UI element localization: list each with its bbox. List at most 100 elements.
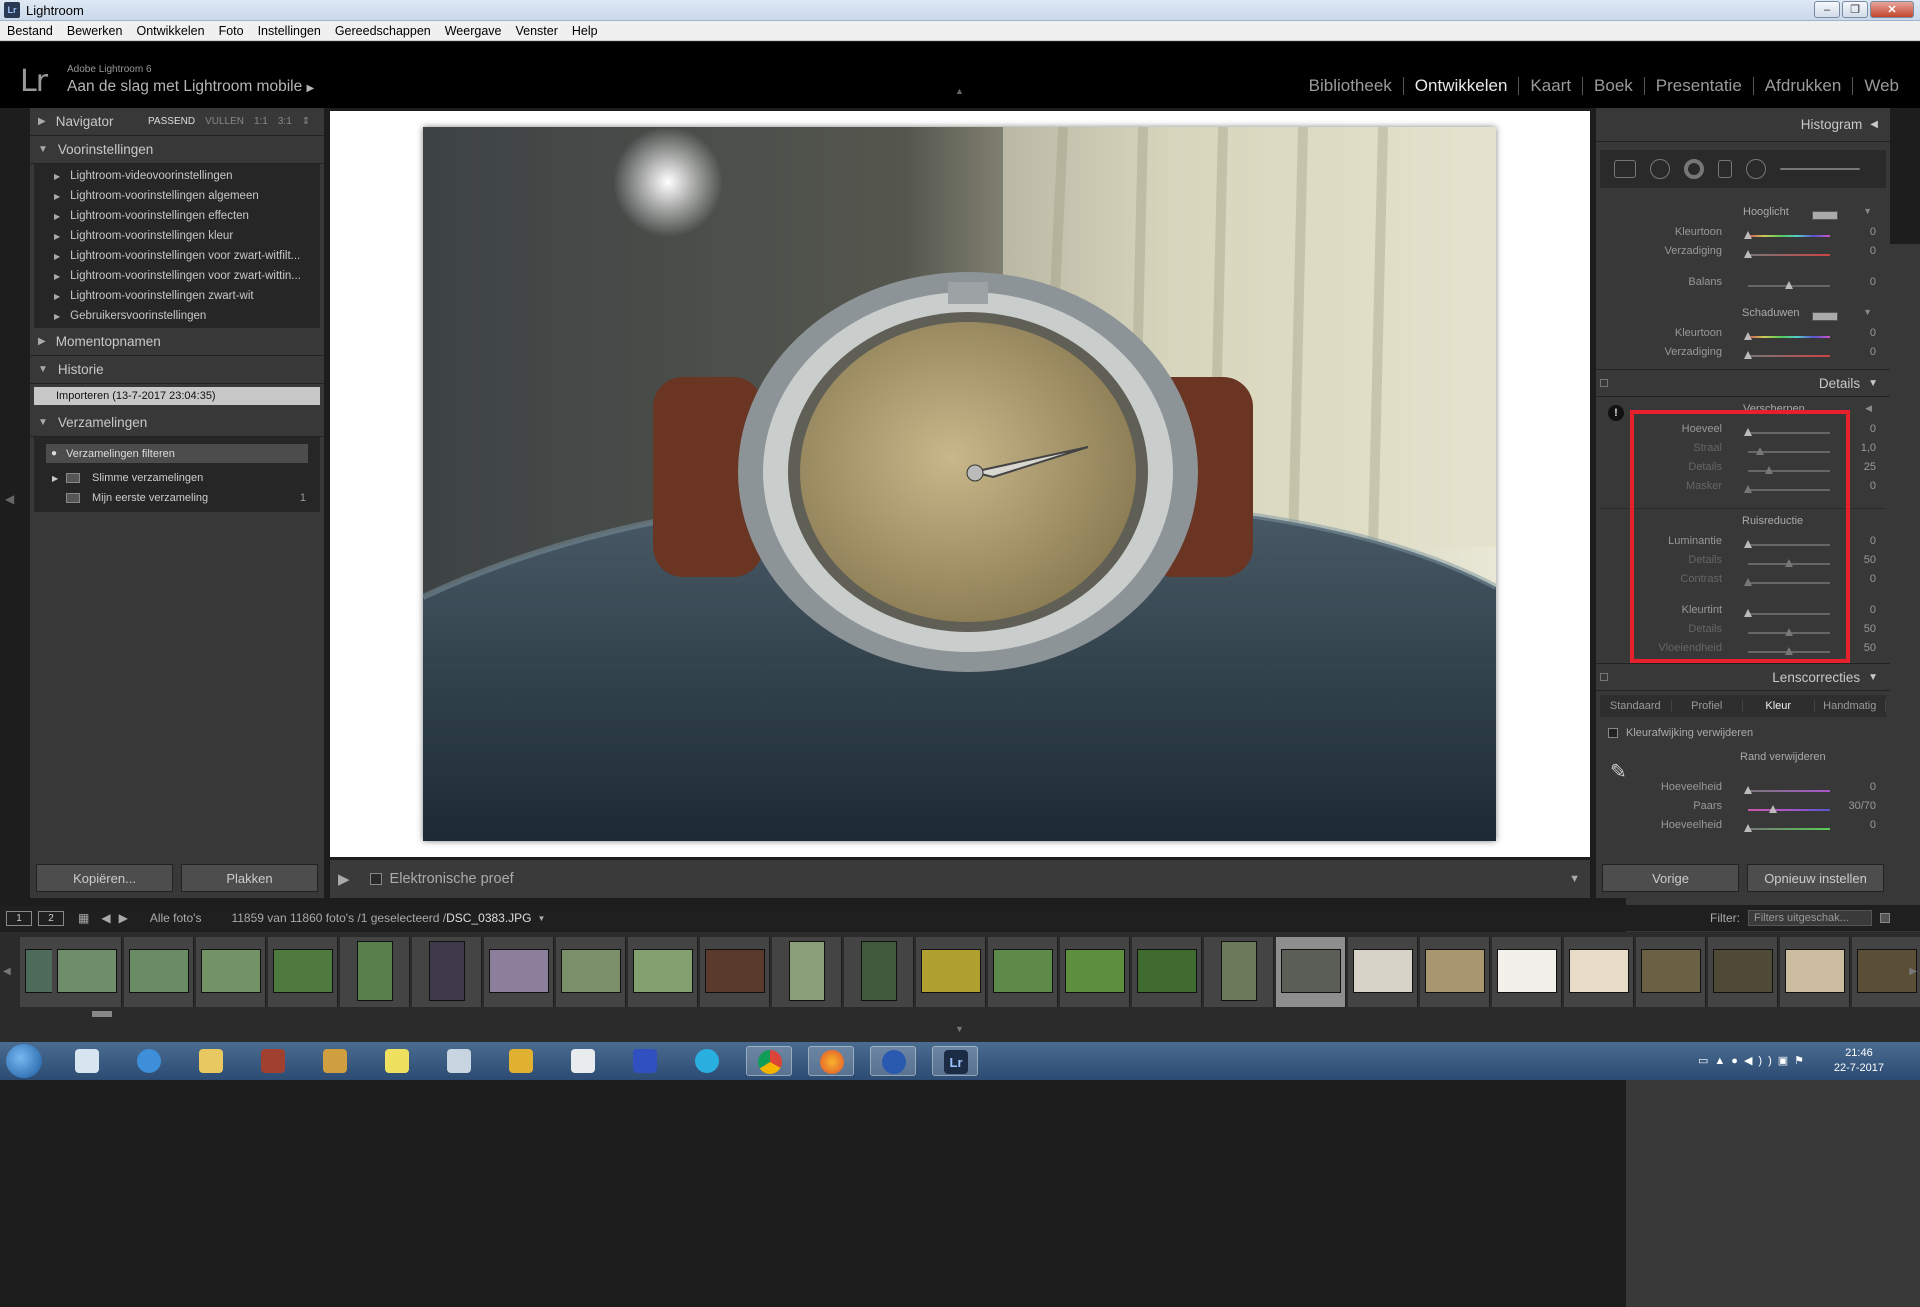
menu-bestand[interactable]: Bestand <box>0 24 60 38</box>
lens-corrections-header[interactable]: Lenscorrecties ▼ <box>1596 663 1890 691</box>
window-1-button[interactable]: 1 <box>6 910 32 926</box>
filmstrip-thumb[interactable] <box>1492 937 1562 1007</box>
zoom-3-1[interactable]: 3:1 <box>278 116 292 127</box>
taskbar-lightroom-icon[interactable]: Lr <box>932 1046 978 1076</box>
taskbar-app-icon[interactable] <box>250 1046 296 1076</box>
navigator-header[interactable]: ▶ Navigator PASSEND VULLEN 1:1 3:1 ⇕ <box>30 108 324 136</box>
menu-instellingen[interactable]: Instellingen <box>251 24 328 38</box>
preset-folder[interactable]: ▶ Lightroom-videovoorinstellingen <box>34 166 320 186</box>
menu-ontwikkelen[interactable]: Ontwikkelen <box>129 24 211 38</box>
remove-ca-checkbox[interactable] <box>1608 728 1618 738</box>
preset-folder[interactable]: ▶ Lightroom-voorinstellingen kleur <box>34 226 320 246</box>
histogram-header[interactable]: Histogram ◀ <box>1596 108 1890 142</box>
slider-hi-saturation[interactable]: Verzadiging 0 <box>1600 245 1886 264</box>
filmstrip-thumb[interactable] <box>1348 937 1418 1007</box>
filmstrip-thumb[interactable] <box>700 937 770 1007</box>
crop-tool-icon[interactable] <box>1614 160 1636 178</box>
dropdown-arrow-icon[interactable]: ▼ <box>1863 307 1872 317</box>
shadow-color-swatch[interactable] <box>1812 312 1838 321</box>
close-button[interactable]: ✕ <box>1870 1 1914 18</box>
maximize-button[interactable]: ❐ <box>1842 1 1868 18</box>
module-kaart[interactable]: Kaart <box>1519 76 1582 96</box>
filmstrip-thumb[interactable] <box>196 937 266 1007</box>
zoom-passend[interactable]: PASSEND <box>148 116 195 127</box>
menu-gereedschappen[interactable]: Gereedschappen <box>328 24 438 38</box>
taskbar-folder-icon[interactable] <box>188 1046 234 1076</box>
taskbar-explorer-icon[interactable] <box>64 1046 110 1076</box>
module-presentatie[interactable]: Presentatie <box>1645 76 1753 96</box>
minimize-button[interactable]: – <box>1814 1 1840 18</box>
tab-standaard[interactable]: Standaard <box>1600 700 1672 712</box>
grid-view-icon[interactable]: ▦ <box>78 911 89 925</box>
system-tray-icons[interactable]: ▭▲●◀))▣⚑ <box>1698 1054 1810 1067</box>
toolbar-menu-icon[interactable]: ▼ <box>1569 873 1580 885</box>
collection-filter-input[interactable]: ● Verzamelingen filteren <box>46 444 308 463</box>
filmstrip-thumb[interactable] <box>52 937 122 1007</box>
presets-header[interactable]: ▼ Voorinstellingen + <box>30 136 1920 1034</box>
menu-foto[interactable]: Foto <box>212 24 251 38</box>
filmstrip-thumb[interactable] <box>1636 937 1706 1007</box>
history-item[interactable]: Importeren (13-7-2017 23:04:35) <box>34 387 320 405</box>
graduated-filter-icon[interactable] <box>1718 160 1732 178</box>
collapse-top-panel-icon[interactable]: ▲ <box>955 86 964 96</box>
zoom-spinner-icon[interactable]: ⇕ <box>302 116 310 127</box>
paste-settings-button[interactable]: Plakken <box>181 864 318 892</box>
filmstrip-scrollbar[interactable] <box>92 1011 112 1017</box>
taskbar-app-icon[interactable] <box>498 1046 544 1076</box>
preview-arrow-icon[interactable]: ◀ <box>1865 403 1872 414</box>
preset-folder[interactable]: ▶ Lightroom-voorinstellingen effecten <box>34 206 320 226</box>
filmstrip-thumb[interactable] <box>124 937 194 1007</box>
menu-venster[interactable]: Venster <box>508 24 564 38</box>
play-icon[interactable]: ▶ <box>338 870 350 888</box>
slider-hi-hue[interactable]: Kleurtoon 0 <box>1600 226 1886 245</box>
collapse-left-panel-icon[interactable]: ◀ <box>5 492 14 506</box>
filmstrip-thumb[interactable] <box>556 937 626 1007</box>
preset-folder[interactable]: ▶ Lightroom-voorinstellingen zwart-wit <box>34 286 320 306</box>
zoom-vullen[interactable]: VULLEN <box>205 116 244 127</box>
photo-preview[interactable] <box>423 127 1496 841</box>
filmstrip-thumb[interactable] <box>1204 937 1274 1007</box>
reset-button[interactable]: Opnieuw instellen <box>1747 864 1884 892</box>
previous-button[interactable]: Vorige <box>1602 864 1739 892</box>
panel-toggle-icon[interactable] <box>1600 673 1608 681</box>
system-clock[interactable]: 21:46 22-7-2017 <box>1834 1046 1884 1076</box>
menu-weergave[interactable]: Weergave <box>438 24 509 38</box>
taskbar-firefox-icon[interactable] <box>808 1046 854 1076</box>
highlight-color-swatch[interactable] <box>1812 211 1838 220</box>
module-web[interactable]: Web <box>1853 76 1910 96</box>
preset-folder[interactable]: ▶ Lightroom-voorinstellingen voor zwart-w… <box>34 246 320 266</box>
slider-green-amount[interactable]: Hoeveelheid 0 <box>1600 819 1886 838</box>
preset-folder[interactable]: ▶ Lightroom-voorinstellingen algemeen <box>34 186 320 206</box>
taskbar-notes-icon[interactable] <box>374 1046 420 1076</box>
collection-set-smart[interactable]: ▶ Slimme verzamelingen <box>34 468 320 488</box>
details-header[interactable]: Details ▼ <box>1596 369 1890 397</box>
history-header[interactable]: ▼ Historie ✕ <box>30 356 1920 1254</box>
identity-title[interactable]: Aan de slag met Lightroom mobile ▶ <box>67 78 314 96</box>
taskbar-calculator-icon[interactable] <box>436 1046 482 1076</box>
filmstrip-thumb[interactable] <box>1132 937 1202 1007</box>
filmstrip-thumb[interactable] <box>340 937 410 1007</box>
back-arrow-icon[interactable]: ◀ <box>101 911 110 925</box>
collections-header[interactable]: ▼ Verzamelingen + <box>30 409 1920 1307</box>
taskbar-ie-icon[interactable] <box>126 1046 172 1076</box>
tab-profiel[interactable]: Profiel <box>1672 700 1743 712</box>
forward-arrow-icon[interactable]: ▶ <box>119 911 128 925</box>
filmstrip-scroll-right-icon[interactable]: ▶ <box>1909 966 1917 977</box>
dropdown-arrow-icon[interactable]: ▼ <box>1863 206 1872 216</box>
filmstrip-thumb[interactable] <box>988 937 1058 1007</box>
play-icon[interactable]: ▶ <box>307 83 315 94</box>
filmstrip-thumb[interactable] <box>1780 937 1850 1007</box>
filmstrip-thumb[interactable] <box>628 937 698 1007</box>
menu-help[interactable]: Help <box>565 24 605 38</box>
taskbar-app-icon[interactable] <box>312 1046 358 1076</box>
start-button[interactable] <box>6 1044 42 1078</box>
zoom-1-1[interactable]: 1:1 <box>254 116 268 127</box>
filmstrip-thumb[interactable] <box>1564 937 1634 1007</box>
slider-purple-hue[interactable]: Paars 30/70 <box>1600 800 1886 819</box>
filmstrip-scroll-left-icon[interactable]: ◀ <box>3 966 11 977</box>
filmstrip-thumb[interactable] <box>916 937 986 1007</box>
snapshots-header[interactable]: ▶ Momentopnamen + <box>30 328 1920 1226</box>
module-ontwikkelen[interactable]: Ontwikkelen <box>1404 76 1519 96</box>
filmstrip-filename[interactable]: DSC_0383.JPG <box>446 911 531 925</box>
filmstrip-thumb[interactable] <box>268 937 338 1007</box>
